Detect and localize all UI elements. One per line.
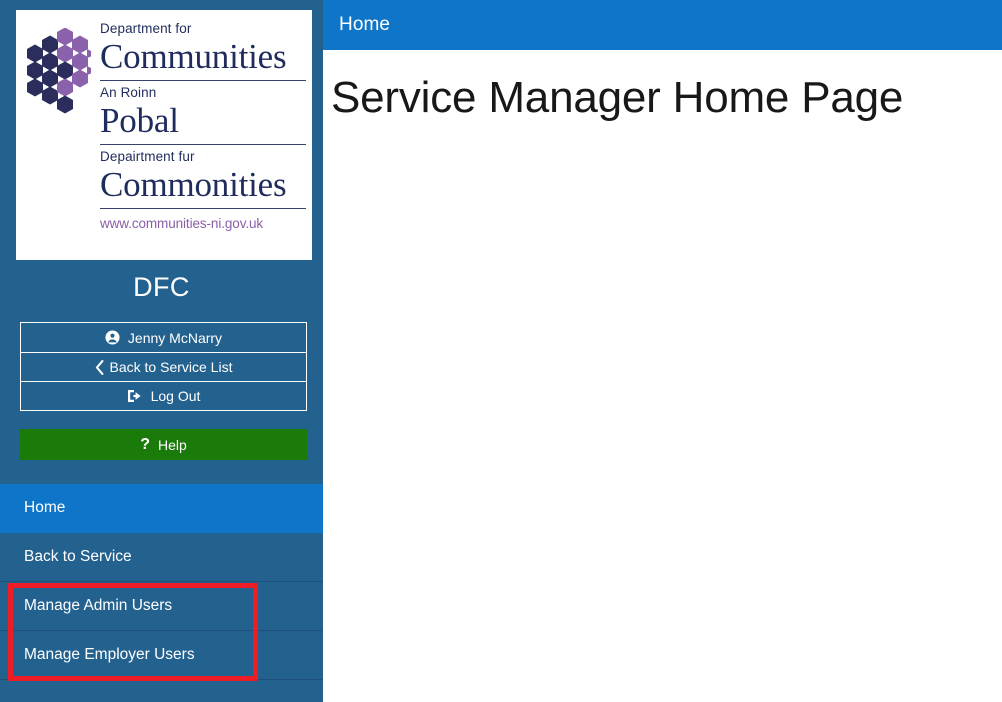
page-title: Service Manager Home Page bbox=[331, 73, 904, 122]
back-to-service-list-button[interactable]: Back to Service List bbox=[21, 352, 306, 381]
logo-line1-small: Department for bbox=[100, 21, 192, 36]
organisation-title: DFC bbox=[133, 272, 190, 302]
user-account-button[interactable]: Jenny McNarry bbox=[21, 323, 306, 352]
logo-website-url: www.communities-ni.gov.uk bbox=[100, 216, 264, 231]
department-logo-text: Department for Communities An Roinn Poba… bbox=[96, 18, 306, 231]
sidebar-item-manage-employer-users[interactable]: Manage Employer Users bbox=[0, 631, 323, 680]
logo-divider-2 bbox=[100, 144, 306, 145]
back-to-service-list-label: Back to Service List bbox=[109, 359, 233, 375]
sidebar-item-back-to-service[interactable]: Back to Service bbox=[0, 533, 323, 582]
log-out-label: Log Out bbox=[150, 388, 201, 404]
user-circle-icon bbox=[105, 330, 120, 345]
sidebar-item-home-label: Home bbox=[24, 499, 66, 516]
logo-line3-big: Commonities bbox=[100, 165, 287, 204]
department-logo-panel: Department for Communities An Roinn Poba… bbox=[16, 10, 312, 260]
sidebar-nav: Home Back to Service Manage Admin Users … bbox=[0, 484, 323, 680]
sidebar-item-manage-admin-users-label: Manage Admin Users bbox=[24, 597, 173, 614]
chevron-left-icon bbox=[95, 359, 104, 375]
main-content: Home Service Manager Home Page bbox=[323, 0, 1002, 702]
app-root: Department for Communities An Roinn Poba… bbox=[0, 0, 1002, 702]
dfc-hexagon-logo-icon bbox=[22, 18, 96, 114]
logo-divider-3 bbox=[100, 208, 306, 209]
question-mark-icon: ? bbox=[140, 435, 150, 453]
help-label: Help bbox=[157, 436, 187, 453]
sidebar-item-back-to-service-label: Back to Service bbox=[24, 548, 132, 565]
logo-line2-small: An Roinn bbox=[100, 85, 157, 100]
user-account-label: Jenny McNarry bbox=[127, 329, 223, 346]
help-button[interactable]: ? Help bbox=[20, 429, 307, 460]
logo-line2-big: Pobal bbox=[100, 101, 179, 140]
logo-line3-small: Depairtment fur bbox=[100, 149, 195, 164]
sign-out-icon bbox=[127, 389, 143, 403]
sidebar-button-stack: Jenny McNarry Back to Service List Log O… bbox=[20, 322, 307, 411]
log-out-button[interactable]: Log Out bbox=[21, 381, 306, 410]
sidebar: Department for Communities An Roinn Poba… bbox=[0, 0, 323, 702]
logo-line1-big: Communities bbox=[100, 37, 287, 76]
logo-divider-1 bbox=[100, 80, 306, 81]
sidebar-item-manage-employer-users-label: Manage Employer Users bbox=[24, 646, 195, 663]
sidebar-item-home[interactable]: Home bbox=[0, 484, 323, 533]
breadcrumb: Home bbox=[339, 14, 391, 35]
top-bar: Home bbox=[323, 0, 1002, 50]
sidebar-item-manage-admin-users[interactable]: Manage Admin Users bbox=[0, 582, 323, 631]
